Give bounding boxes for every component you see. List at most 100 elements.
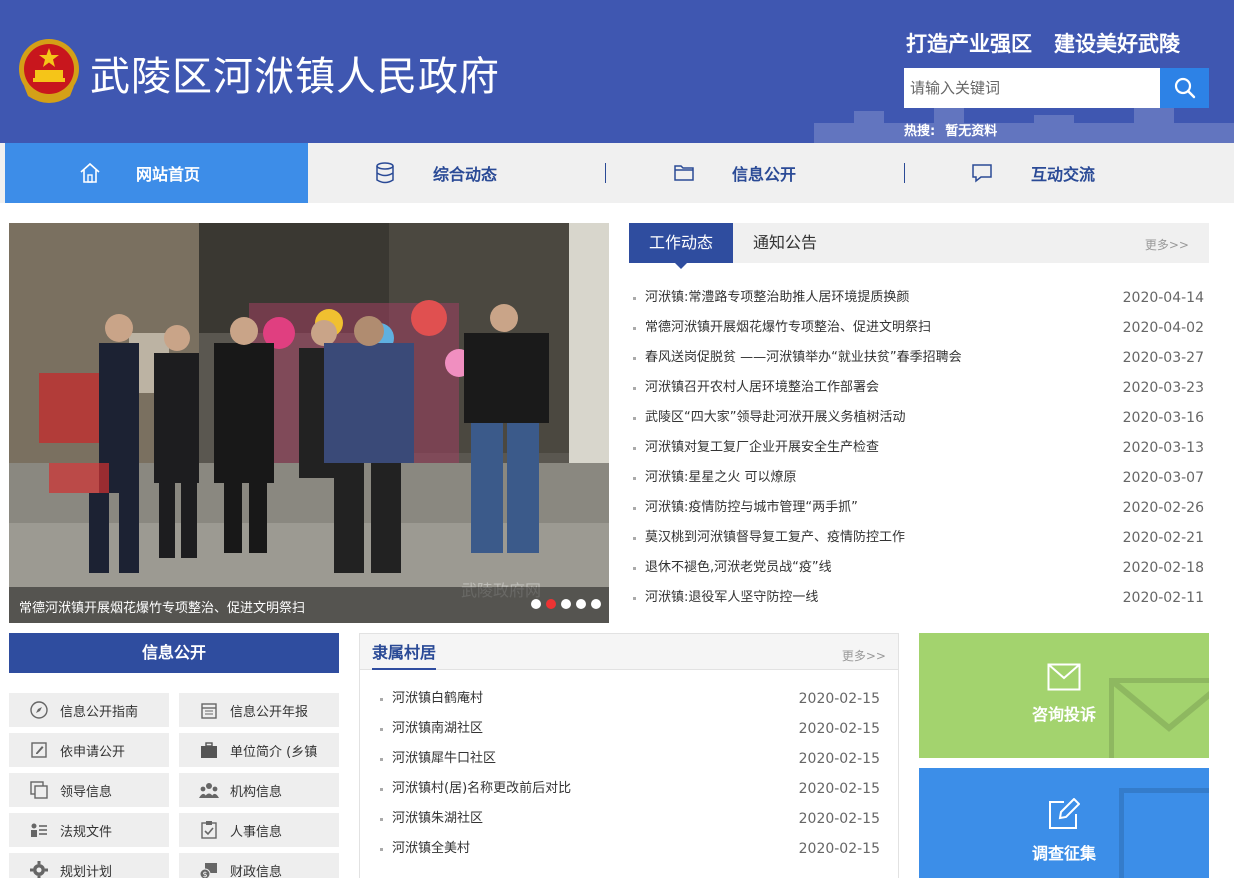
search-box <box>904 68 1209 108</box>
list-item-date: 2020-02-21 <box>1122 530 1204 546</box>
list-item-title[interactable]: 河洑镇犀牛口社区 <box>392 744 496 774</box>
info-btn-personnel[interactable]: 人事信息 <box>179 813 339 847</box>
villages-more-link[interactable]: 更多>> <box>842 647 886 664</box>
list-item-date: 2020-03-27 <box>1122 350 1204 366</box>
list-item-title[interactable]: 武陵区“四大家”领导赴河洑开展义务植树活动 <box>645 403 905 433</box>
tab-work-news[interactable]: 工作动态 <box>629 223 733 269</box>
briefcase-icon <box>201 742 217 758</box>
folder-icon <box>674 165 694 181</box>
info-btn-leaders[interactable]: 领导信息 <box>9 773 169 807</box>
slogan-part-2: 建设美好武陵 <box>1054 31 1180 56</box>
list-item[interactable]: 春风送岗促脱贫 ——河洑镇举办“就业扶贫”春季招聘会 2020-03-27 <box>633 343 1209 373</box>
nav-divider <box>904 163 905 183</box>
edit-watermark-icon <box>1119 788 1209 878</box>
info-btn-organization[interactable]: 机构信息 <box>179 773 339 807</box>
info-btn-planning[interactable]: 规划计划 <box>9 853 169 878</box>
list-item-title[interactable]: 莫汉桃到河洑镇督导复工复产、疫情防控工作 <box>645 523 905 553</box>
nav-item-home[interactable]: 网站首页 <box>5 143 308 203</box>
news-more-link[interactable]: 更多>> <box>1145 236 1189 253</box>
list-item-title[interactable]: 河洑镇白鹤庵村 <box>392 684 483 714</box>
consult-complaint-card[interactable]: 咨询投诉 <box>919 633 1209 758</box>
consult-complaint-label: 咨询投诉 <box>1031 705 1096 724</box>
info-btn-annual-report[interactable]: 信息公开年报 <box>179 693 339 727</box>
list-item[interactable]: 河洑镇:常澧路专项整治助推人居环境提质换颜 2020-04-14 <box>633 283 1209 313</box>
list-item[interactable]: 河洑镇村(居)名称更改前后对比 2020-02-15 <box>380 774 880 804</box>
list-item-title[interactable]: 河洑镇南湖社区 <box>392 714 483 744</box>
list-item-title[interactable]: 河洑镇对复工复厂企业开展安全生产检查 <box>645 433 879 463</box>
list-item-title[interactable]: 河洑镇全美村 <box>392 834 470 864</box>
search-button[interactable] <box>1160 68 1209 108</box>
site-header: 武陵区河洑镇人民政府 打造产业强区建设美好武陵 热搜: 暂无资料 <box>0 0 1234 143</box>
list-item-title[interactable]: 退休不褪色,河洑老党员战“疫”线 <box>645 553 832 583</box>
slide-caption-bar: 常德河洑镇开展烟花爆竹专项整治、促进文明祭扫 <box>9 587 609 623</box>
list-item-title[interactable]: 河洑镇村(居)名称更改前后对比 <box>392 774 571 804</box>
list-item-date: 2020-03-16 <box>1122 410 1204 426</box>
list-item[interactable]: 河洑镇对复工复厂企业开展安全生产检查 2020-03-13 <box>633 433 1209 463</box>
villages-panel: 隶属村居 更多>> 河洑镇白鹤庵村 2020-02-15 河洑镇南湖社区 2020-0… <box>359 633 899 878</box>
search-icon <box>1174 77 1195 99</box>
list-item-title[interactable]: 常德河洑镇开展烟花爆竹专项整治、促进文明祭扫 <box>645 313 931 343</box>
slide-dot-active[interactable] <box>546 599 556 609</box>
list-item-title[interactable]: 河洑镇:疫情防控与城市管理“两手抓” <box>645 493 858 523</box>
slide-caption[interactable]: 常德河洑镇开展烟花爆竹专项整治、促进文明祭扫 <box>19 597 305 616</box>
list-item[interactable]: 河洑镇:退役军人坚守防控一线 2020-02-11 <box>633 583 1209 613</box>
list-item[interactable]: 河洑镇:星星之火 可以燎原 2020-03-07 <box>633 463 1209 493</box>
list-item-date: 2020-02-15 <box>798 751 880 767</box>
list-item[interactable]: 河洑镇全美村 2020-02-15 <box>380 834 880 864</box>
slogan: 打造产业强区 建设美好武陵 <box>906 28 1180 58</box>
list-item-date: 2020-02-15 <box>798 721 880 737</box>
list-item[interactable]: 河洑镇犀牛口社区 2020-02-15 <box>380 744 880 774</box>
hot-search-value[interactable]: 暂无资料 <box>945 124 997 139</box>
list-item-title[interactable]: 河洑镇:常澧路专项整治助推人居环境提质换颜 <box>645 283 909 313</box>
edit-icon <box>1049 798 1080 829</box>
nav-item-interaction[interactable]: 互动交流 <box>970 143 1095 203</box>
list-item-title[interactable]: 春风送岗促脱贫 ——河洑镇举办“就业扶贫”春季招聘会 <box>645 343 962 373</box>
list-item-title[interactable]: 河洑镇召开农村人居环境整治工作部署会 <box>645 373 879 403</box>
slide-dot[interactable] <box>531 599 541 609</box>
list-item-title[interactable]: 河洑镇:星星之火 可以燎原 <box>645 463 797 493</box>
slide-photo <box>9 223 609 623</box>
clipboard-check-icon <box>201 821 217 839</box>
list-item-date: 2020-03-07 <box>1122 470 1204 486</box>
list-item[interactable]: 河洑镇朱湖社区 2020-02-15 <box>380 804 880 834</box>
news-tabs: 工作动态 通知公告 更多>> <box>629 223 1209 269</box>
search-input[interactable] <box>904 68 1160 108</box>
list-item[interactable]: 常德河洑镇开展烟花爆竹专项整治、促进文明祭扫 2020-04-02 <box>633 313 1209 343</box>
info-btn-label: 依申请公开 <box>60 744 126 760</box>
info-btn-unit-intro[interactable]: 单位简介 (乡镇 <box>179 733 339 767</box>
slide-dot[interactable] <box>576 599 586 609</box>
list-item[interactable]: 河洑镇:疫情防控与城市管理“两手抓” 2020-02-26 <box>633 493 1209 523</box>
mail-icon <box>1047 663 1081 691</box>
news-list: 河洑镇:常澧路专项整治助推人居环境提质换颜 2020-04-14 常德河洑镇开展烟花… <box>633 283 1209 613</box>
info-open-title: 信息公开 <box>9 633 339 673</box>
list-item[interactable]: 退休不褪色,河洑老党员战“疫”线 2020-02-18 <box>633 553 1209 583</box>
slide-dot[interactable] <box>591 599 601 609</box>
slide-dot[interactable] <box>561 599 571 609</box>
svg-text:$: $ <box>202 870 207 878</box>
list-item[interactable]: 莫汉桃到河洑镇督导复工复产、疫情防控工作 2020-02-21 <box>633 523 1209 553</box>
nav-item-news[interactable]: 综合动态 <box>373 143 497 203</box>
chat-icon <box>972 164 992 183</box>
survey-card[interactable]: 调查征集 <box>919 768 1209 878</box>
list-item-title[interactable]: 河洑镇:退役军人坚守防控一线 <box>645 583 818 613</box>
list-item[interactable]: 河洑镇白鹤庵村 2020-02-15 <box>380 684 880 714</box>
list-item-date: 2020-04-02 <box>1122 320 1204 336</box>
info-btn-application[interactable]: 依申请公开 <box>9 733 169 767</box>
list-item-title[interactable]: 河洑镇朱湖社区 <box>392 804 483 834</box>
nav-label-info: 信息公开 <box>732 165 797 184</box>
list-item[interactable]: 武陵区“四大家”领导赴河洑开展义务植树活动 2020-03-16 <box>633 403 1209 433</box>
news-slider[interactable]: 武陵政府网 常德河洑镇开展烟花爆竹专项整治、促进文明祭扫 <box>9 223 609 623</box>
tab-notices[interactable]: 通知公告 <box>733 223 837 263</box>
villages-header: 隶属村居 更多>> <box>360 634 898 670</box>
info-btn-regulations[interactable]: 法规文件 <box>9 813 169 847</box>
list-item[interactable]: 河洑镇召开农村人居环境整治工作部署会 2020-03-23 <box>633 373 1209 403</box>
home-icon <box>80 162 100 183</box>
nav-item-info[interactable]: 信息公开 <box>672 143 796 203</box>
nav-label-home: 网站首页 <box>136 165 201 184</box>
nav-divider <box>605 163 606 183</box>
list-item[interactable]: 河洑镇南湖社区 2020-02-15 <box>380 714 880 744</box>
slogan-part-1: 打造产业强区 <box>906 31 1032 56</box>
info-btn-guide[interactable]: 信息公开指南 <box>9 693 169 727</box>
list-item-date: 2020-02-15 <box>798 691 880 707</box>
info-btn-finance[interactable]: $ 财政信息 <box>179 853 339 878</box>
